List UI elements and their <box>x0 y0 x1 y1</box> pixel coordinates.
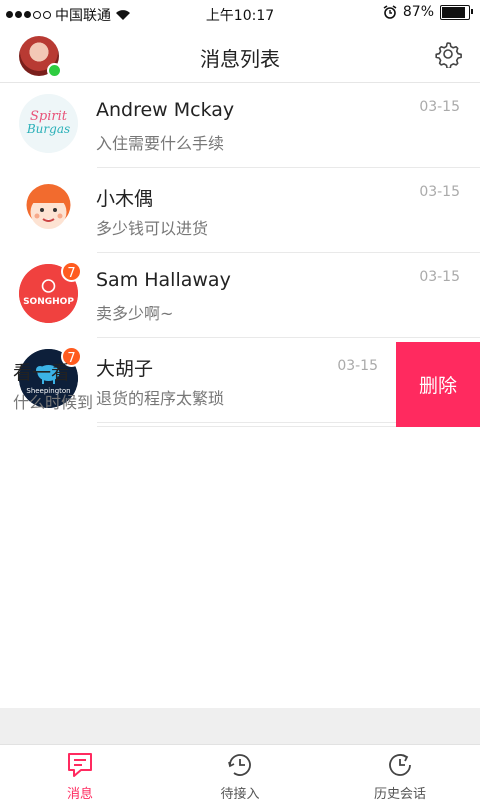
tab-bar: 消息 待接入 历史会话 <box>0 744 480 802</box>
alarm-icon <box>383 5 397 19</box>
tab-messages[interactable]: 消息 <box>0 745 160 802</box>
conversation-row-swiped[interactable]: 看一看 什么时候到 03-15 删除 <box>0 342 480 427</box>
conversation-row[interactable]: Spirit Burgas Andrew Mckay 入住需要什么手续 03-1… <box>0 83 480 168</box>
last-message: 卖多少啊~ <box>96 304 174 323</box>
list-footer-spacer <box>0 708 480 744</box>
tab-history[interactable]: 历史会话 <box>320 745 480 802</box>
conversation-row[interactable]: 小木偶 多少钱可以进货 03-15 <box>0 168 480 253</box>
last-message: 多少钱可以进货 <box>96 219 209 238</box>
page-title: 消息列表 <box>200 47 280 71</box>
last-message: 什么时候到 <box>13 393 94 412</box>
contact-name: 小木偶 <box>96 188 154 210</box>
settings-gear-icon[interactable] <box>434 40 462 68</box>
battery-fill <box>442 6 465 18</box>
contact-name: Sam Hallaway <box>96 269 231 291</box>
tab-label: 消息 <box>66 787 93 802</box>
svg-text:SONGHOP: SONGHOP <box>23 297 74 307</box>
doll-face-avatar <box>26 184 71 229</box>
message-time: 03-15 <box>419 184 460 200</box>
battery-icon <box>440 4 473 20</box>
message-time: 03-15 <box>337 358 378 374</box>
avatar <box>19 179 78 238</box>
spirit-of-burgas-logo: Spirit Burgas <box>19 94 78 153</box>
contact-name: 看一看 <box>13 362 71 384</box>
last-message: 入住需要什么手续 <box>96 134 225 153</box>
message-time: 03-15 <box>419 269 460 285</box>
history-icon <box>389 754 411 776</box>
pending-icon <box>228 754 251 776</box>
nav-bar: 消息列表 <box>0 28 480 83</box>
tab-pending[interactable]: 待接入 <box>160 745 320 802</box>
avatar: Spirit Burgas <box>19 94 78 153</box>
battery-percent: 87% <box>402 4 434 20</box>
message-time: 03-15 <box>419 99 460 115</box>
divider <box>97 426 396 427</box>
unread-badge: 7 <box>61 261 82 282</box>
status-bar: 中国联通 上午10:17 87% <box>0 0 480 28</box>
tab-label: 历史会话 <box>373 787 426 802</box>
contact-name: Andrew Mckay <box>96 99 235 121</box>
delete-button[interactable]: 删除 <box>396 342 480 427</box>
svg-text:Burgas: Burgas <box>26 122 70 136</box>
tab-label: 待接入 <box>220 787 260 802</box>
status-right: 87% <box>383 4 473 20</box>
message-icon <box>68 753 92 777</box>
conversation-row[interactable]: SONGHOP 7 Sam Hallaway 卖多少啊~ 03-15 <box>0 253 480 338</box>
